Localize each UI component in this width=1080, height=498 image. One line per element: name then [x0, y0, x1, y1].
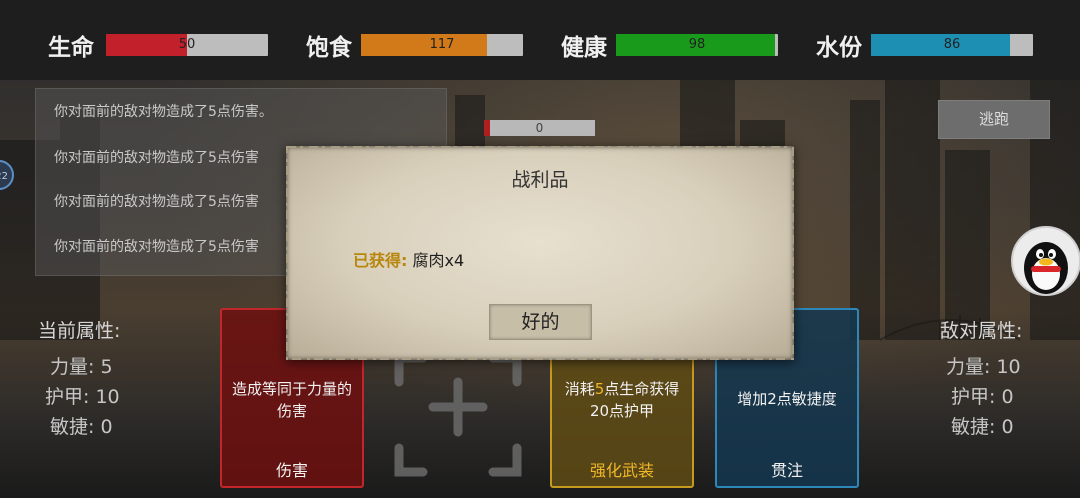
card-focus-name: 贯注: [770, 461, 803, 480]
card-focus-desc: 增加2点敏捷度: [737, 390, 837, 408]
ok-button[interactable]: 好的: [489, 304, 592, 340]
life-bar: 50: [106, 34, 268, 56]
card-fortify-name: 强化武装: [589, 461, 654, 480]
stat-health-label: 健康: [561, 35, 607, 61]
penguin-avatar-icon[interactable]: [1011, 226, 1080, 296]
life-value: 50: [178, 37, 196, 52]
health-bar: 98: [616, 34, 778, 56]
log-line: 你对面前的敌对物造成了5点伤害: [54, 239, 259, 255]
loot-row: 已获得: 腐肉x4: [353, 247, 464, 271]
stat-satiety-label: 饱食: [306, 35, 352, 61]
enemy-hp-bar: 0: [484, 120, 595, 136]
water-bar: 86: [871, 34, 1033, 56]
player-attr-agility: 敏捷: 0: [50, 416, 113, 438]
card-fortify-desc-post: 点生命获得20点护甲: [589, 380, 680, 420]
loot-item: 腐肉x4: [412, 251, 465, 270]
enemy-attr-strength: 力量: 10: [946, 356, 1021, 378]
loot-label: 已获得:: [353, 251, 408, 270]
dialog-title: 战利品: [511, 169, 569, 191]
log-line: 你对面前的敌对物造成了5点伤害。: [54, 104, 273, 120]
satiety-bar: 117: [361, 34, 523, 56]
card-fortify-desc-num: 5: [594, 380, 605, 398]
flee-button[interactable]: 逃跑: [938, 100, 1050, 139]
card-fortify-desc: 消耗5点生命获得20点护甲: [560, 378, 684, 422]
satiety-value: 117: [429, 37, 455, 52]
enemy-hp-value: 0: [535, 121, 544, 135]
expand-frame-icon[interactable]: [393, 352, 523, 482]
log-line: 你对面前的敌对物造成了5点伤害: [54, 150, 259, 166]
player-attr-strength: 力量: 5: [50, 356, 113, 378]
log-line: 你对面前的敌对物造成了5点伤害: [54, 194, 259, 210]
stat-life-label: 生命: [48, 35, 94, 61]
player-attr-title: 当前属性:: [38, 320, 121, 342]
enemy-attr-title: 敌对属性:: [940, 320, 1023, 342]
card-damage-desc: 造成等同于力量的伤害: [231, 380, 352, 420]
enemy-attr-agility: 敏捷: 0: [951, 416, 1014, 438]
card-fortify-desc-pre: 消耗: [564, 380, 595, 398]
stat-water-label: 水份: [816, 35, 862, 61]
loot-dialog: 战利品 已获得: 腐肉x4 好的: [286, 146, 794, 360]
player-attr-armor: 护甲: 10: [45, 386, 120, 408]
water-value: 86: [943, 37, 961, 52]
health-value: 98: [688, 37, 706, 52]
card-damage-name: 伤害: [275, 461, 308, 480]
enemy-attr-armor: 护甲: 0: [951, 386, 1014, 408]
